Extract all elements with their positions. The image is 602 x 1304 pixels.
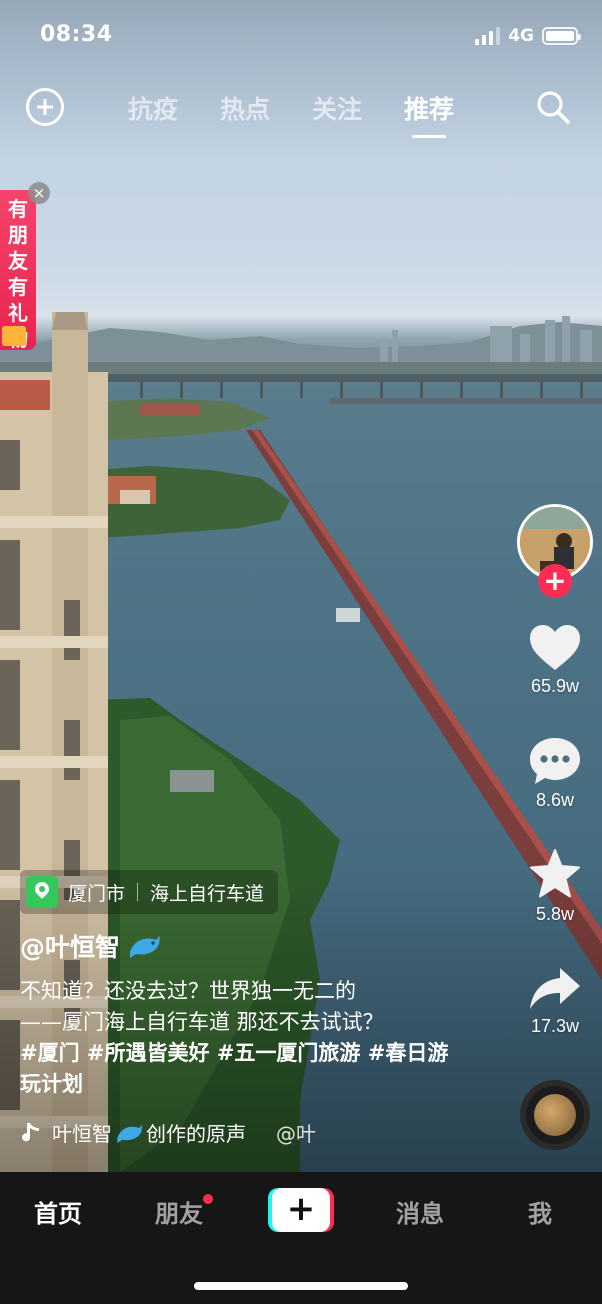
music-note-icon — [22, 1122, 39, 1141]
location-place: 海上自行车道 — [150, 882, 265, 905]
video-description: 不知道？还没去过？世界独一无二的 ——厦门海上自行车道 那还不去试试？ #厦门 … — [20, 976, 460, 1100]
create-button[interactable]: + — [268, 1188, 334, 1232]
music-disc-icon[interactable] — [520, 1080, 590, 1150]
tab-messages[interactable]: 消息 — [396, 1194, 444, 1229]
signal-icon — [475, 27, 501, 45]
status-indicators: 4G — [475, 26, 581, 46]
heart-icon — [530, 625, 580, 670]
status-time: 08:34 — [40, 22, 113, 47]
gift-banner[interactable]: 有朋友有礼物 × — [0, 182, 50, 351]
location-divider — [137, 883, 139, 901]
comment-icon — [530, 738, 580, 784]
plus-icon: + — [286, 1189, 316, 1229]
status-bar: 08:34 4G — [0, 0, 602, 74]
tab-trending[interactable]: 热点 — [220, 90, 270, 130]
hashtag-list[interactable]: #厦门 #所遇皆美好 #五一厦门旅游 #春日游玩计划 — [20, 1038, 460, 1100]
notification-dot — [203, 1194, 213, 1204]
tab-recommended[interactable]: 推荐 — [404, 90, 454, 130]
plus-circle-icon[interactable] — [26, 88, 64, 126]
dolphin-emoji-icon — [130, 936, 161, 958]
favorite-button[interactable]: 5.8w — [514, 848, 596, 925]
tab-following[interactable]: 关注 — [312, 90, 362, 130]
follow-button[interactable]: + — [538, 564, 572, 598]
description-line-1: 不知道？还没去过？世界独一无二的 — [20, 979, 356, 1003]
home-indicator[interactable] — [194, 1282, 408, 1290]
music-title: 创作的原声 — [146, 1122, 246, 1146]
location-pin-icon — [26, 876, 58, 908]
tab-friends[interactable]: 朋友 — [155, 1194, 213, 1229]
tab-me[interactable]: 我 — [528, 1194, 552, 1229]
share-count: 17.3w — [530, 1016, 580, 1036]
star-icon — [530, 849, 580, 898]
music-author: 叶恒智 — [52, 1122, 112, 1146]
top-nav: 抗疫 热点 关注 推荐 — [0, 80, 602, 136]
share-button[interactable]: 17.3w — [514, 966, 596, 1037]
gift-box-icon — [2, 326, 26, 346]
favorite-count: 5.8w — [535, 904, 575, 924]
comment-count: 8.6w — [535, 790, 575, 810]
music-ticker[interactable]: 叶恒智 创作的原声 @叶 — [22, 1118, 342, 1147]
like-button[interactable]: 65.9w — [514, 624, 596, 697]
location-tag[interactable]: 厦门市 海上自行车道 — [20, 870, 279, 914]
author-name[interactable]: @叶恒智 — [20, 928, 162, 964]
comment-button[interactable]: 8.6w — [514, 736, 596, 811]
music-title-tail: @叶 — [276, 1122, 316, 1146]
network-label: 4G — [508, 26, 534, 46]
battery-icon — [542, 27, 581, 45]
like-count: 65.9w — [530, 676, 580, 696]
dolphin-emoji-icon — [117, 1124, 143, 1143]
tab-friends-label: 朋友 — [155, 1200, 203, 1228]
location-city: 厦门市 — [68, 882, 126, 905]
close-icon[interactable]: × — [28, 182, 50, 204]
search-icon[interactable] — [534, 88, 572, 126]
author-name-text: @叶恒智 — [20, 933, 121, 962]
tab-home[interactable]: 首页 — [34, 1194, 82, 1229]
feed-tabs: 抗疫 热点 关注 推荐 — [128, 90, 454, 130]
description-line-2: ——厦门海上自行车道 那还不去试试？ — [20, 1010, 384, 1034]
share-icon — [530, 968, 580, 1009]
tab-epidemic[interactable]: 抗疫 — [128, 90, 178, 130]
